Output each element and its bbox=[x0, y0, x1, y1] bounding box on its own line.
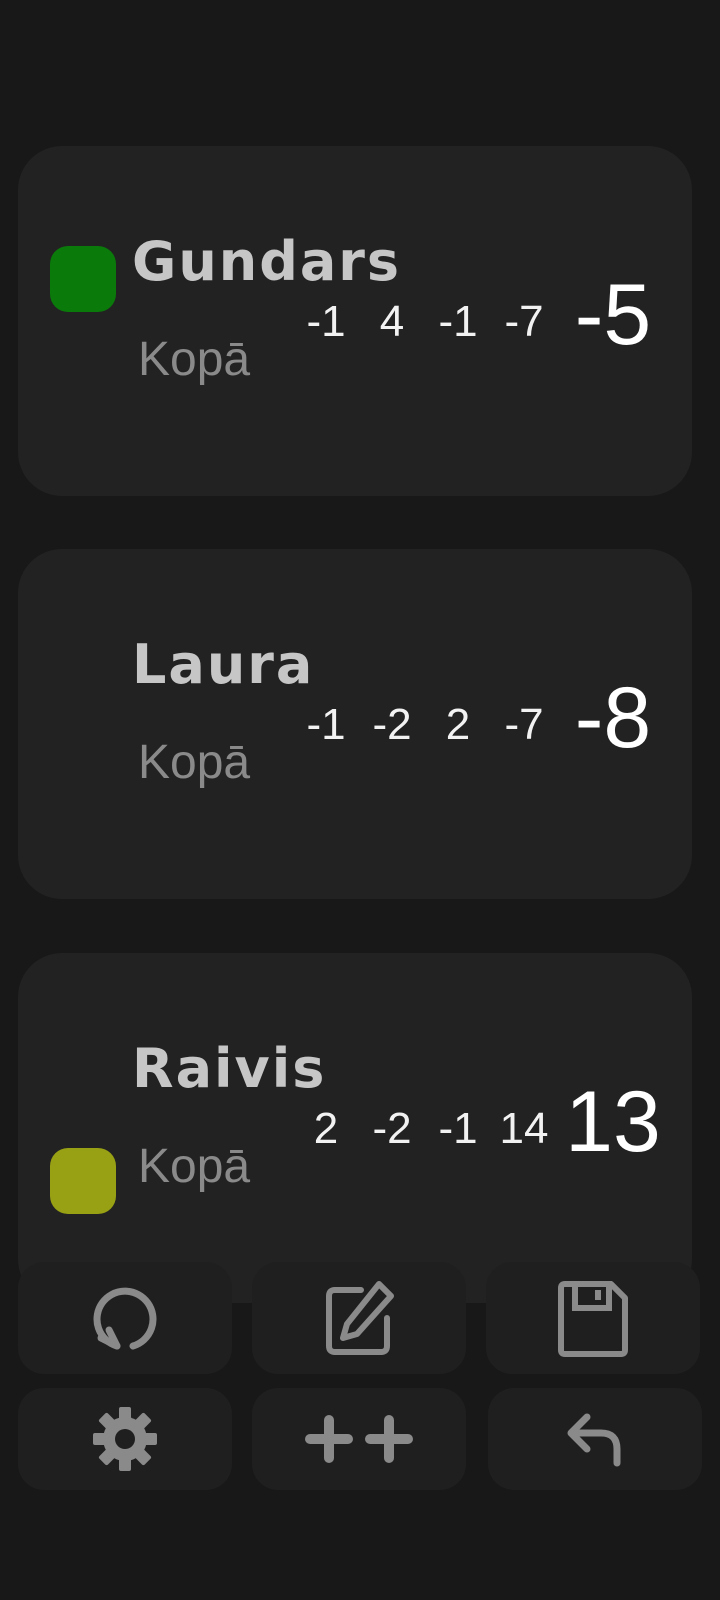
round-score: 4 bbox=[379, 297, 405, 346]
save-button[interactable] bbox=[486, 1262, 700, 1374]
player-card-gundars[interactable]: Gundars Kopā -1 4 -1 -7 -5 bbox=[18, 146, 692, 496]
player-card-laura[interactable]: Laura Kopā -1 -2 2 -7 -8 bbox=[18, 549, 692, 899]
round-score: 2 bbox=[313, 1104, 339, 1153]
active-player-marker bbox=[50, 246, 116, 312]
total-score: -5 bbox=[574, 267, 652, 363]
total-score: 13 bbox=[565, 1074, 661, 1170]
round-score: -1 bbox=[438, 1104, 478, 1153]
round-score: 2 bbox=[445, 700, 471, 749]
settings-button[interactable] bbox=[18, 1388, 232, 1490]
edit-button[interactable] bbox=[252, 1262, 466, 1374]
round-scores: -1 4 -1 -7 bbox=[293, 282, 557, 362]
reset-button[interactable] bbox=[18, 1262, 232, 1374]
round-score: -1 bbox=[306, 700, 346, 749]
round-score: -2 bbox=[372, 700, 412, 749]
round-score: -1 bbox=[438, 297, 478, 346]
reset-icon bbox=[93, 1287, 157, 1350]
total-label: Kopā bbox=[138, 1140, 251, 1193]
round-score: -1 bbox=[306, 297, 346, 346]
total-label: Kopā bbox=[138, 736, 251, 789]
round-scores: -1 -2 2 -7 bbox=[293, 685, 557, 765]
plus-plus-icon bbox=[305, 1415, 413, 1463]
player-name: Laura bbox=[132, 633, 315, 696]
gear-icon bbox=[93, 1407, 157, 1471]
player-card-raivis[interactable]: Raivis Kopā 2 -2 -1 14 13 bbox=[18, 953, 692, 1303]
undo-icon bbox=[567, 1413, 621, 1467]
dealer-marker bbox=[50, 1148, 116, 1214]
edit-icon bbox=[326, 1281, 394, 1355]
add-round-button[interactable] bbox=[252, 1388, 466, 1490]
save-icon bbox=[558, 1281, 628, 1357]
total-label: Kopā bbox=[138, 333, 251, 386]
undo-button[interactable] bbox=[488, 1388, 702, 1490]
round-scores: 2 -2 -1 14 bbox=[293, 1089, 557, 1169]
total-score: -8 bbox=[574, 670, 652, 766]
round-score: -2 bbox=[372, 1104, 412, 1153]
